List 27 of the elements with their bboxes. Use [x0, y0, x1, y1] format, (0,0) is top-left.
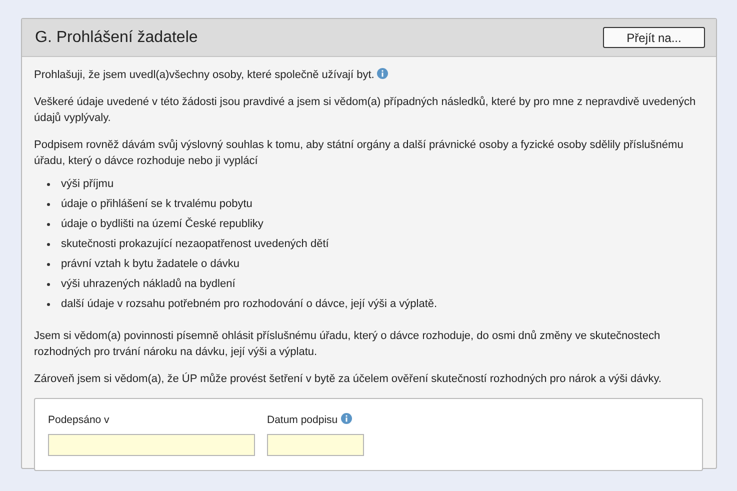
paragraph-text: Prohlašuji, že jsem uvedl(a)všechny osoby, které společně užívají byt.	[34, 67, 703, 83]
bullet-icon	[47, 222, 50, 226]
bullet-icon	[47, 202, 50, 206]
paragraph-text: Veškeré údaje uvedené v této žádosti jsou pravdivé a jsem si vědom(a) případných následků, které by pro mne z nepravdivě uvedených údajů vyplývaly.	[34, 95, 697, 126]
paragraph-text: Podpisem rovněž dávám svůj výslovný souhlas k tomu, aby státní orgány a další právnické osoby a fyzické osoby sdělily příslušnému úřadu, který o dávce rozhoduje nebo ji vyplácí	[34, 138, 684, 169]
field-label: Podepsáno v	[48, 414, 110, 426]
input-field[interactable]	[48, 434, 255, 456]
list-item-text: právní vztah k bytu žadatele o dávku	[61, 257, 240, 272]
info-icon[interactable]	[340, 413, 352, 424]
goto-button[interactable]: Přejít na...	[603, 27, 705, 48]
list-item-text: výši příjmu	[61, 177, 114, 192]
list-item-text: výši uhrazených nákladů na bydlení	[61, 277, 236, 292]
list-item-text: údaje o přihlášení se k trvalému pobytu	[61, 197, 252, 212]
bullet-icon	[47, 182, 50, 186]
section-title: G. Prohlášení žadatele	[35, 28, 198, 46]
info-icon[interactable]	[377, 68, 388, 79]
paragraph-text: Zároveň jsem si vědom(a), že ÚP může provést šetření v bytě za účelem ověření skutečností rozhodných pro nárok a výši dávky.	[34, 372, 662, 387]
bullet-icon	[47, 262, 50, 266]
bullet-icon	[47, 242, 50, 246]
list-item-text: údaje o bydlišti na území České republiky	[61, 216, 264, 232]
field-label: Datum podpisu	[267, 414, 338, 426]
list-item-text: skutečnosti prokazující nezaopatřenost uvedených dětí	[61, 237, 329, 252]
bullet-icon	[47, 282, 50, 286]
list-item-text: další údaje v rozsahu potřebném pro rozhodování o dávce, její výši a výplatě.	[61, 297, 438, 312]
bullet-icon	[47, 302, 50, 306]
paragraph-text: Jsem si vědom(a) povinnosti písemně ohlásit příslušnému úřadu, který o dávce rozhoduje, do osmi dnů změny ve skutečnostech rozhodných pro trvání nároku na dávku, její výši a výplatu.	[34, 329, 662, 360]
input-field[interactable]	[267, 434, 364, 456]
